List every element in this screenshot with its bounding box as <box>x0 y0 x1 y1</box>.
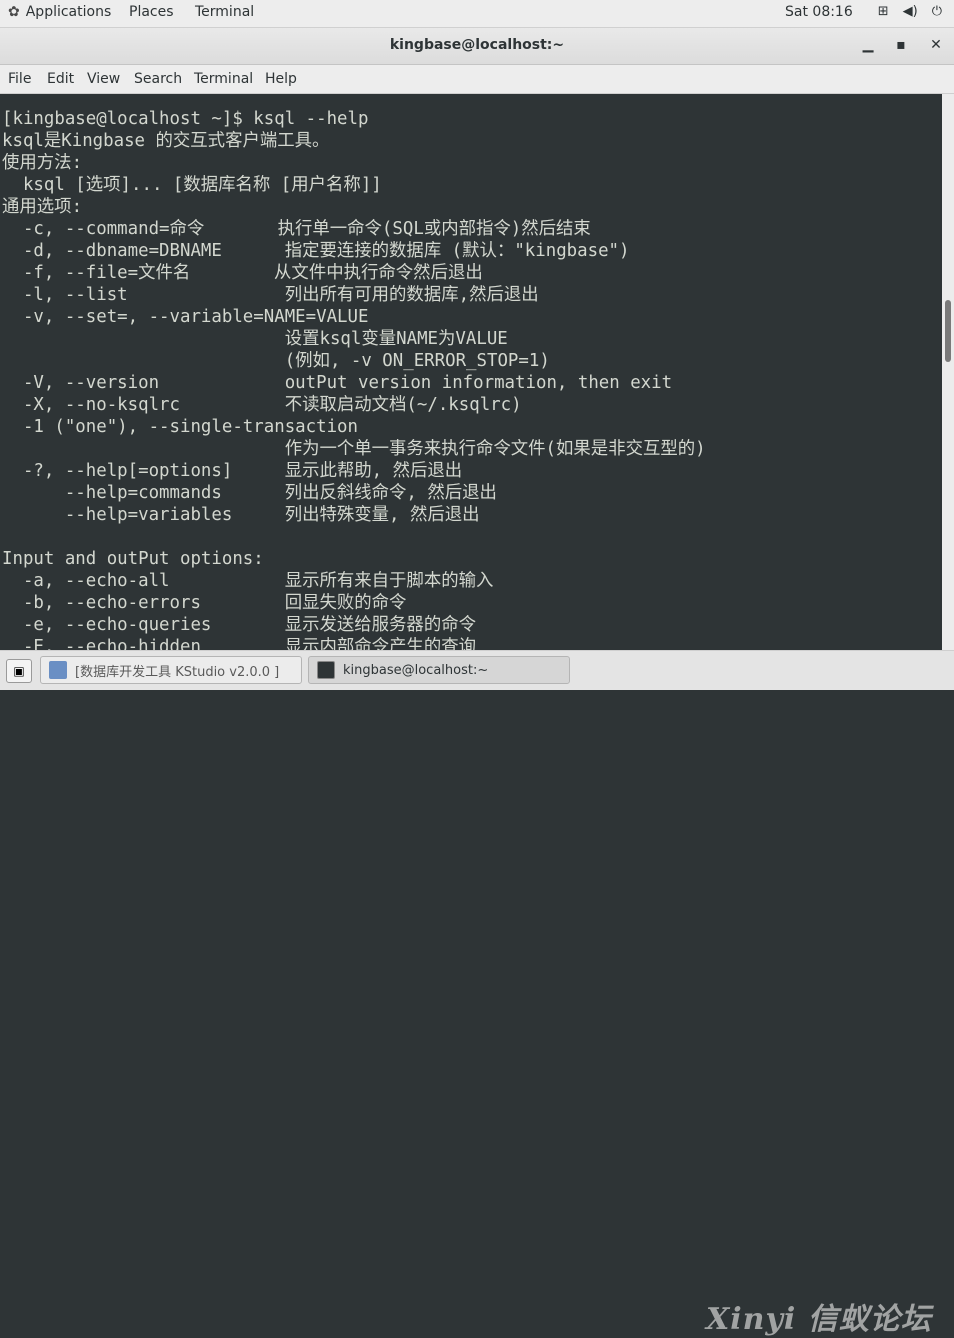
scrollbar-thumb[interactable] <box>945 300 951 362</box>
power-icon[interactable]: ⏻ <box>932 4 942 19</box>
volume-icon[interactable]: ◀) <box>903 4 918 19</box>
menu-view[interactable]: View <box>87 71 120 87</box>
clock[interactable]: Sat 08:16 <box>785 4 853 20</box>
top-bar: ✿ Applications Places Terminal Sat 08:16… <box>0 0 954 28</box>
taskbar-item-terminal[interactable]: kingbase@localhost:~ <box>308 656 570 684</box>
system-tray[interactable]: ⊞ ◀) ⏻ <box>878 4 942 19</box>
taskbar-item-kstudio[interactable]: [数据库开发工具 KStudio v2.0.0 ] <box>40 656 302 684</box>
taskbar-item-label: [数据库开发工具 KStudio v2.0.0 ] <box>75 664 280 680</box>
taskbar: ▣ [数据库开发工具 KStudio v2.0.0 ] kingbase@loc… <box>0 650 954 1337</box>
terminal-app-menu[interactable]: Terminal <box>195 4 254 20</box>
kstudio-icon <box>49 661 67 679</box>
show-desktop-button[interactable]: ▣ <box>6 659 32 683</box>
taskbar-item-label: kingbase@localhost:~ <box>343 662 489 678</box>
terminal-scrollbar[interactable] <box>942 94 954 650</box>
menu-search[interactable]: Search <box>134 71 182 87</box>
terminal-output: [kingbase@localhost ~]$ ksql --help ksql… <box>2 109 706 650</box>
terminal-view[interactable]: [kingbase@localhost ~]$ ksql --help ksql… <box>0 94 942 650</box>
menu-edit[interactable]: Edit <box>47 71 74 87</box>
menu-help[interactable]: Help <box>265 71 297 87</box>
maximize-button[interactable]: ▪ <box>890 34 912 56</box>
gnome-foot-icon: ✿ <box>8 4 20 20</box>
applications-label: Applications <box>25 4 112 20</box>
menu-file[interactable]: File <box>8 71 31 87</box>
window-title: kingbase@localhost:~ <box>389 37 565 53</box>
watermark-logo: Xinyi 信蚁论坛 <box>706 1302 932 1337</box>
menu-bar: File Edit View Search Terminal Help <box>0 65 954 94</box>
minimize-button[interactable]: ▁ <box>857 34 879 56</box>
network-icon[interactable]: ⊞ <box>878 4 889 19</box>
menu-terminal[interactable]: Terminal <box>194 71 253 87</box>
applications-menu[interactable]: ✿ Applications <box>8 4 111 20</box>
window-titlebar[interactable]: kingbase@localhost:~ ▁ ▪ ✕ <box>0 28 954 65</box>
places-menu[interactable]: Places <box>129 4 174 20</box>
close-button[interactable]: ✕ <box>925 34 947 56</box>
terminal-icon <box>317 661 335 679</box>
